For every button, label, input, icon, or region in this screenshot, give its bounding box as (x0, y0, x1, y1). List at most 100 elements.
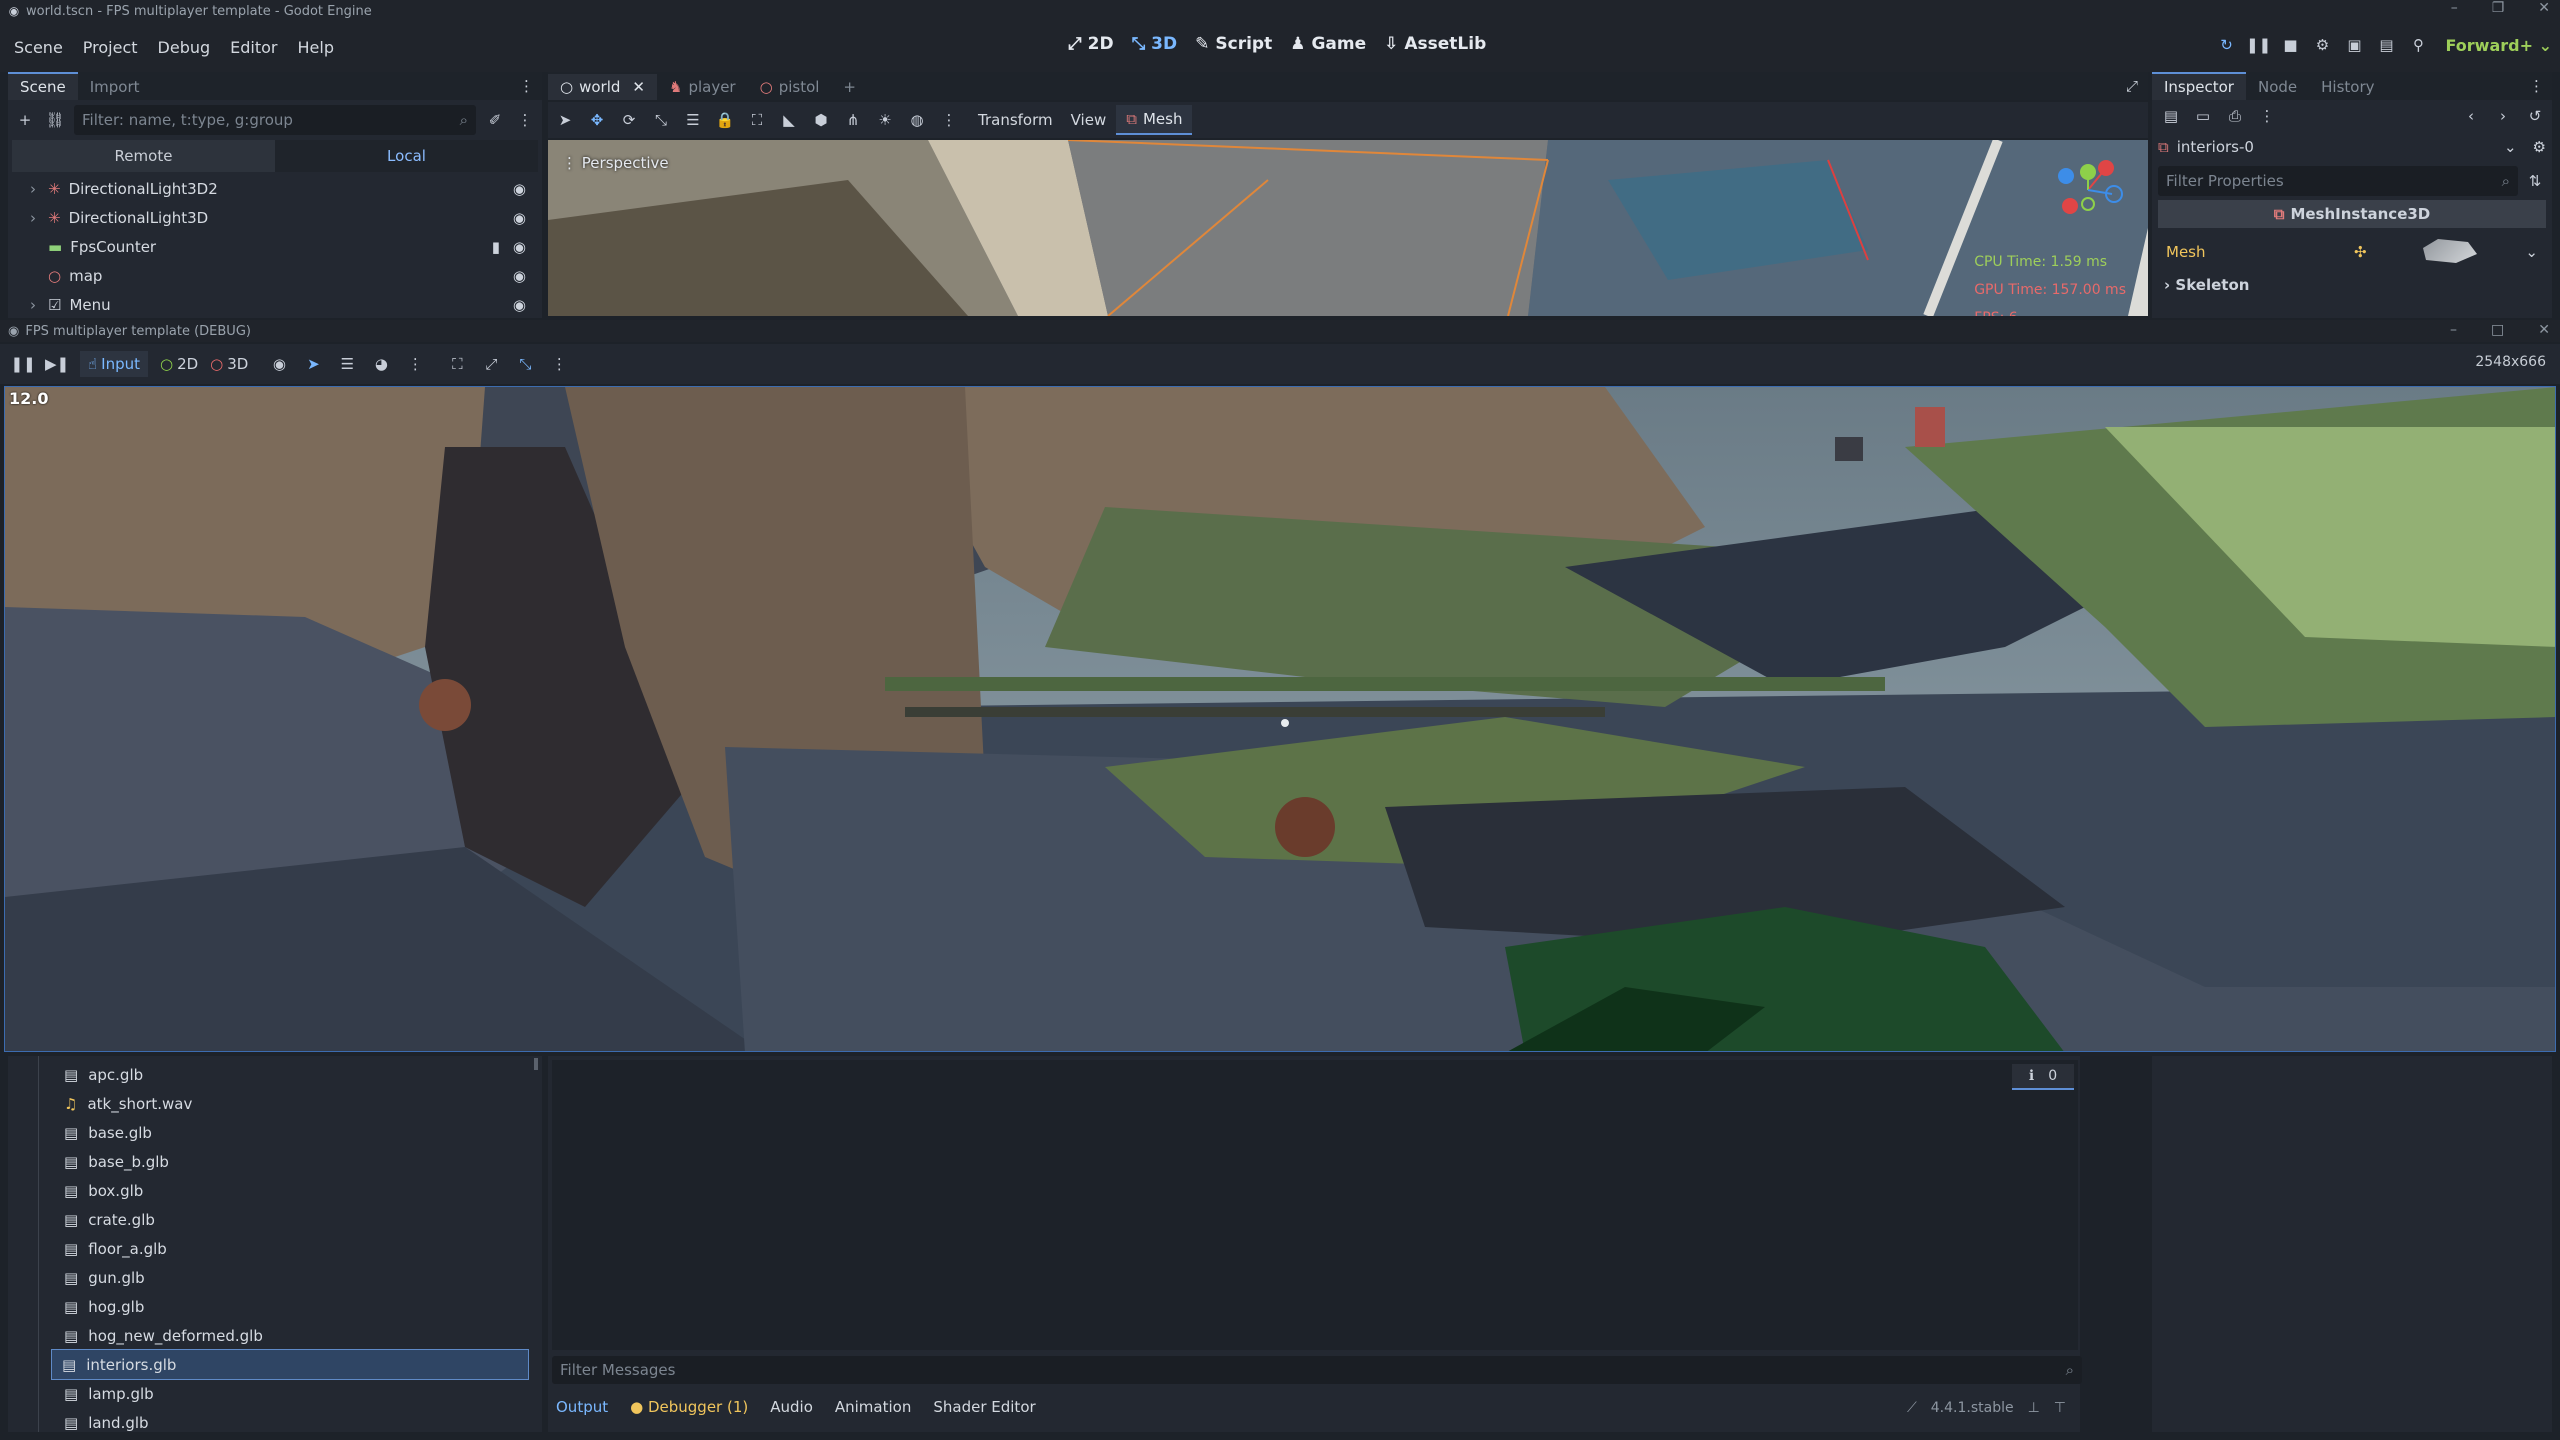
visibility-eye-icon[interactable]: ◉ (513, 238, 526, 256)
expand-arrow-icon[interactable]: › (30, 296, 36, 314)
attach-script-icon[interactable]: ✐ (484, 109, 506, 131)
menu-help[interactable]: Help (298, 38, 334, 57)
remote-button[interactable]: Remote (12, 140, 275, 172)
maximize-icon[interactable]: □ (2491, 322, 2504, 338)
tree-node[interactable]: › ✳ DirectionalLight3D ◉ (8, 203, 542, 232)
run-scene-icon[interactable]: ▤ (2376, 34, 2398, 56)
run-custom-icon[interactable]: ⚲ (2408, 34, 2430, 56)
file-item[interactable]: ▤ apc.glb (8, 1060, 542, 1089)
visibility-eye-icon[interactable]: ◉ (513, 267, 526, 285)
select-2d-button[interactable]: ○ 2D (160, 355, 198, 373)
reload-icon[interactable]: ↻ (2216, 34, 2238, 56)
movie-maker-icon[interactable]: ▣ (2344, 34, 2366, 56)
pause-icon[interactable]: ❚❚ (2246, 34, 2271, 56)
object-properties-icon[interactable]: ⚙ (2533, 138, 2546, 156)
distraction-free-icon[interactable]: ⤢ (2126, 77, 2138, 95)
inspector-menu-icon[interactable]: ⋮ (2256, 105, 2278, 127)
tree-node[interactable]: ○ map ◉ (8, 261, 542, 290)
move-mode-icon[interactable]: ✥ (586, 109, 608, 131)
tab-scene[interactable]: Scene (8, 72, 78, 100)
file-item[interactable]: ▤ land.glb (8, 1408, 542, 1432)
stretch-icon[interactable]: ⤢ (480, 353, 502, 375)
file-item[interactable]: ♫ atk_short.wav (8, 1089, 542, 1118)
visibility-eye-icon[interactable]: ◉ (268, 353, 290, 375)
remote-debug-icon[interactable]: ⚙ (2312, 34, 2334, 56)
view-menu[interactable]: View (1071, 111, 1107, 129)
forward-icon[interactable]: › (2492, 105, 2514, 127)
expand-arrow-icon[interactable]: › (30, 209, 36, 227)
next-frame-icon[interactable]: ▶❚ (45, 353, 69, 375)
scale-mode-icon[interactable]: ⤡ (650, 109, 672, 131)
tab-output[interactable]: Output (556, 1398, 608, 1416)
scene-tab-player[interactable]: ♞ player (657, 74, 748, 100)
script-attached-icon[interactable]: ▮ (492, 238, 500, 256)
scene-menu-icon[interactable]: ⋮ (514, 109, 536, 131)
local-button[interactable]: Local (275, 140, 538, 172)
camera-override-icon[interactable]: ◕ (370, 353, 392, 375)
tab-shader-editor[interactable]: Shader Editor (933, 1398, 1035, 1416)
tree-node[interactable]: › ✳ DirectionalLight3D2 ◉ (8, 174, 542, 203)
file-item-selected[interactable]: ▤ interiors.glb (51, 1349, 529, 1380)
save-resource-icon[interactable]: ⎙ (2224, 105, 2246, 127)
restore-icon[interactable]: ❐ (2492, 0, 2505, 16)
pause-icon[interactable]: ❚❚ (10, 353, 35, 375)
tab-import[interactable]: Import (78, 74, 152, 100)
filter-messages-input[interactable]: Filter Messages ⌕ (552, 1356, 2082, 1384)
environment-preview-icon[interactable]: ◍ (906, 109, 928, 131)
menu-editor[interactable]: Editor (230, 38, 277, 57)
fit-screen-icon[interactable]: ⛶ (446, 353, 468, 375)
tab-debugger[interactable]: ● Debugger (1) (630, 1398, 748, 1416)
file-item[interactable]: ▤ gun.glb (8, 1263, 542, 1292)
open-resource-icon[interactable]: ▭ (2192, 105, 2214, 127)
close-icon[interactable]: ✕ (2538, 0, 2550, 16)
tab-inspector[interactable]: Inspector (2152, 72, 2246, 100)
editor-3d-viewport[interactable]: ⋮ Perspective CPU Time: 1.59 ms GPU Time… (548, 140, 2148, 316)
file-item[interactable]: ▤ box.glb (8, 1176, 542, 1205)
stop-icon[interactable]: ■ (2280, 34, 2302, 56)
embed-options-icon[interactable]: ⋮ (548, 353, 570, 375)
workspace-game[interactable]: ♟ Game (1290, 34, 1366, 54)
visibility-eye-icon[interactable]: ◉ (513, 180, 526, 198)
file-item[interactable]: ▤ crate.glb (8, 1205, 542, 1234)
menu-project[interactable]: Project (83, 38, 138, 57)
mesh-menu[interactable]: ⧉ Mesh (1116, 105, 1193, 135)
keep-aspect-icon[interactable]: ⤡ (514, 353, 536, 375)
scene-tab-world[interactable]: ○ world ✕ (548, 74, 657, 100)
lock-icon[interactable]: 🔒 (714, 109, 736, 131)
scene-tab-pistol[interactable]: ○ pistol (748, 74, 832, 100)
minimize-icon[interactable]: – (2451, 0, 2458, 16)
transform-menu[interactable]: Transform (978, 111, 1053, 129)
inspected-object[interactable]: ⧉ interiors-0 ⌄ ⚙ (2158, 132, 2546, 162)
dock-menu-icon[interactable]: ⋮ (2529, 77, 2544, 95)
add-scene-tab-icon[interactable]: + (831, 74, 868, 100)
visibility-eye-icon[interactable]: ◉ (513, 296, 526, 314)
list-select-icon[interactable]: ☰ (682, 109, 704, 131)
mesh-property[interactable]: Mesh ✣ ⌄ (2158, 232, 2546, 272)
ruler-icon[interactable]: ◣ (778, 109, 800, 131)
filter-options-icon[interactable]: ⇅ (2524, 170, 2546, 192)
rotate-mode-icon[interactable]: ⟳ (618, 109, 640, 131)
back-icon[interactable]: ‹ (2460, 105, 2482, 127)
game-menu-icon[interactable]: ⋮ (404, 353, 426, 375)
pin-panel-icon[interactable]: ⊥ (2028, 1400, 2040, 1416)
add-node-icon[interactable]: + (14, 109, 36, 131)
link-icon[interactable]: ⛓ (44, 109, 66, 131)
menu-scene[interactable]: Scene (14, 38, 63, 57)
visibility-eye-icon[interactable]: ◉ (513, 209, 526, 227)
expand-panel-icon[interactable]: ⊤ (2054, 1400, 2066, 1416)
select-arrow-icon[interactable]: ➤ (302, 353, 324, 375)
scene-filter-input[interactable]: Filter: name, t:type, g:group ⌕ (74, 105, 476, 135)
file-item[interactable]: ▤ base_b.glb (8, 1147, 542, 1176)
workspace-script[interactable]: ✎ Script (1195, 34, 1272, 54)
tab-node[interactable]: Node (2246, 74, 2309, 100)
file-item[interactable]: ▤ floor_a.glb (8, 1234, 542, 1263)
file-item[interactable]: ▤ base.glb (8, 1118, 542, 1147)
chevron-down-icon[interactable]: ⌄ (2504, 138, 2517, 156)
pin-icon[interactable]: ✣ (2354, 243, 2367, 261)
workspace-3d[interactable]: ⤡ 3D (1132, 34, 1178, 54)
game-viewport[interactable]: 12.0 (4, 386, 2556, 1052)
snap-icon[interactable]: ⋔ (842, 109, 864, 131)
renderer-select[interactable]: Forward+ ⌄ (2446, 36, 2552, 55)
filesystem-scrollbar[interactable] (534, 1058, 538, 1070)
new-resource-icon[interactable]: ▤ (2160, 105, 2182, 127)
